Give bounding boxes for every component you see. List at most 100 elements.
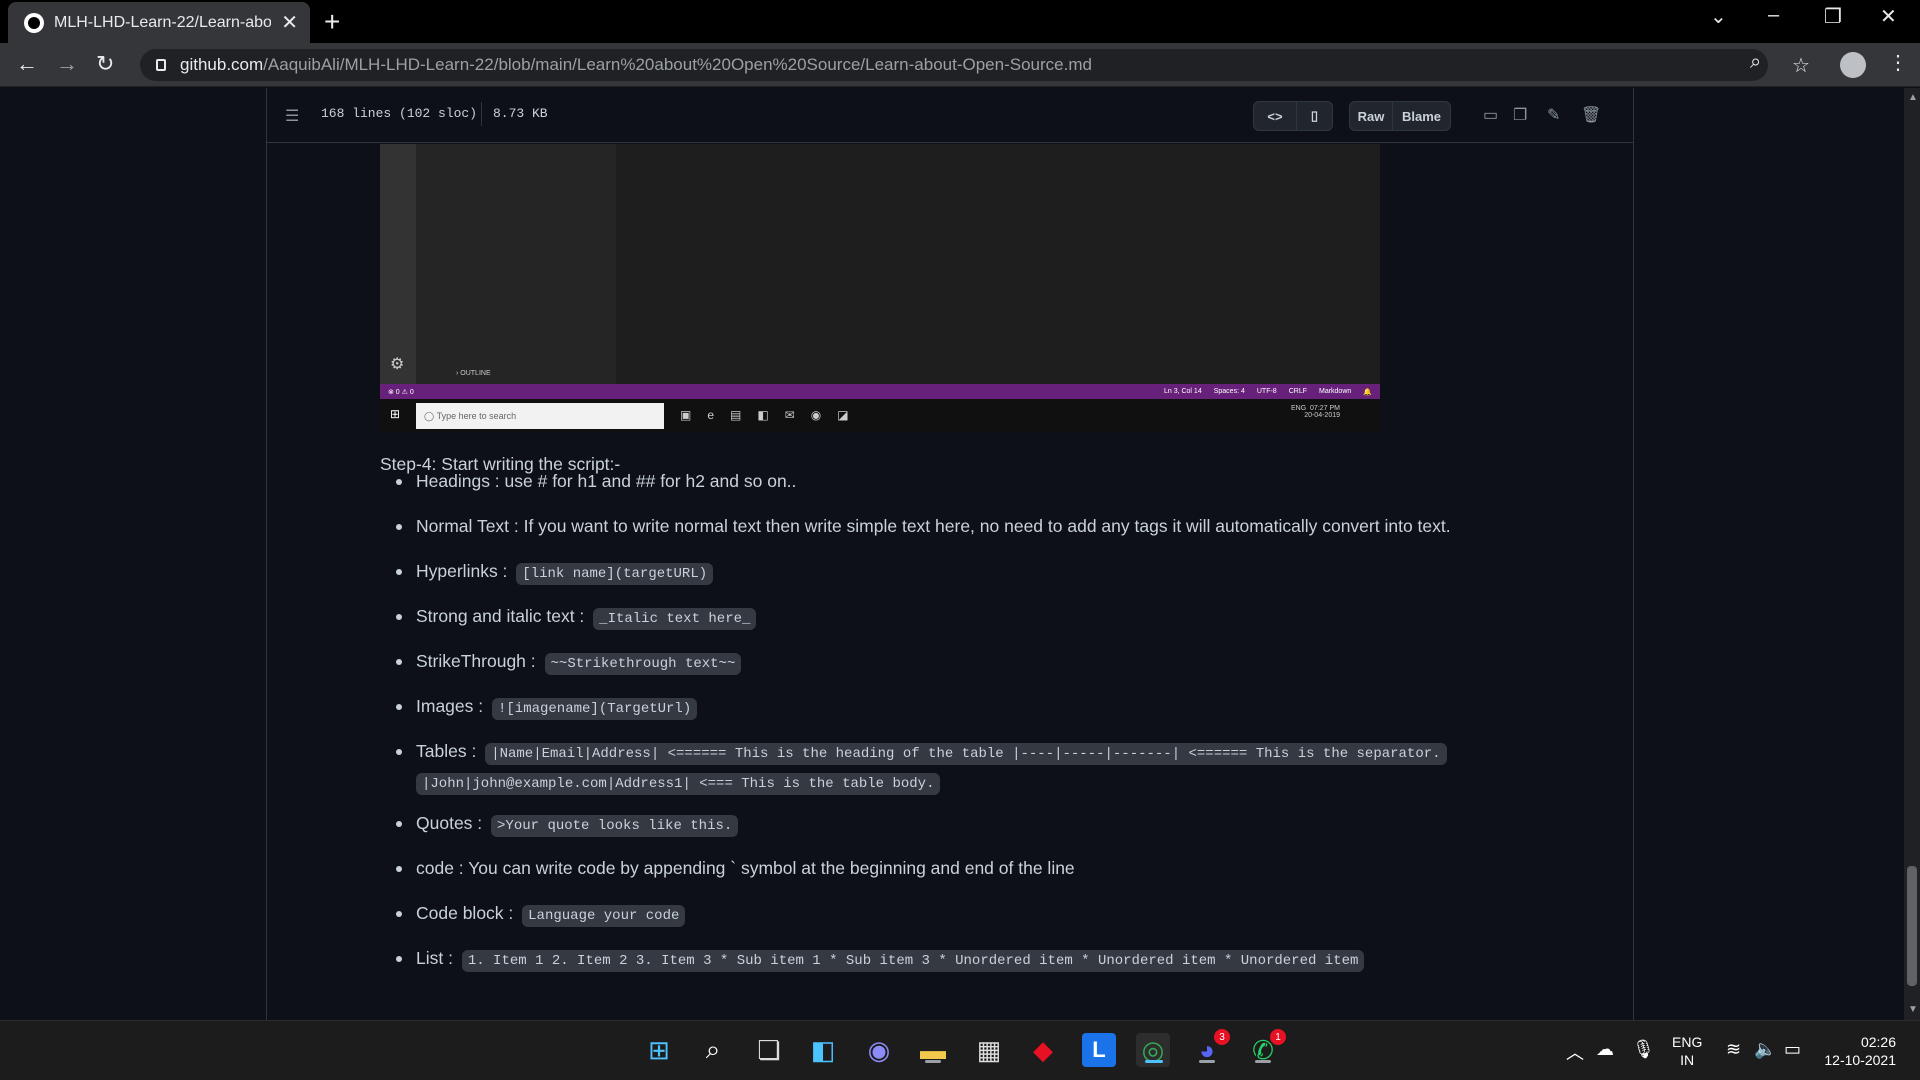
browser-tab[interactable]: MLH-LHD-Learn-22/Learn-about ✕ bbox=[8, 2, 310, 43]
microsoft-store-icon[interactable]: ▦ bbox=[972, 1033, 1006, 1067]
system-clock[interactable]: 02:26 12-10-2021 bbox=[1820, 1033, 1896, 1069]
browser-menu-icon[interactable]: ⋮ bbox=[1888, 50, 1908, 75]
inline-code: [link name](targetURL) bbox=[516, 563, 714, 585]
inline-code: |Name|Email|Address| <====== This is the… bbox=[485, 743, 1447, 765]
new-tab-icon[interactable]: + bbox=[324, 6, 340, 38]
taskbar-app-icons: ▣e▤◧✉◉◪ bbox=[680, 408, 865, 422]
inline-code: 1. Item 1 2. Item 2 3. Item 3 * Sub item… bbox=[461, 950, 1365, 972]
markdown-body: ⚙ › OUTLINE ⊗ 0 ⚠ 0 Ln 3, Col 14 Spaces:… bbox=[267, 144, 1633, 1020]
reload-icon[interactable]: ↻ bbox=[96, 51, 114, 77]
scroll-up-icon[interactable]: ▲ bbox=[1908, 92, 1918, 103]
task-view-icon[interactable]: ❏ bbox=[752, 1033, 786, 1067]
volume-icon[interactable]: 🔈 bbox=[1754, 1039, 1776, 1060]
windows-taskbar: ⊞ ⌕ ❏ ◧ ◉ ▬ ▦ ◆ L ◎ ◕ 3 ✆ 1 ︿ ☁ 🎙 ENG IN ≋ … bbox=[0, 1020, 1920, 1080]
file-viewer: ☰ 168 lines (102 sloc) 8.73 KB <> ▯ Raw … bbox=[266, 88, 1634, 1020]
tab-search-chevron-icon[interactable]: ⌄ bbox=[1710, 4, 1727, 29]
browser-toolbar: ← → ↻ github.com/AaquibAli/MLH-LHD-Learn… bbox=[0, 43, 1920, 87]
browser-tab-bar: MLH-LHD-Learn-22/Learn-about ✕ + ⌄ – ❐ ✕ bbox=[0, 0, 1920, 43]
url-text: github.com/AaquibAli/MLH-LHD-Learn-22/bl… bbox=[180, 55, 1092, 74]
minimize-icon[interactable]: – bbox=[1768, 4, 1779, 27]
list-item: code : You can write code by appending `… bbox=[380, 855, 1500, 900]
embedded-screenshot-image: ⚙ › OUTLINE ⊗ 0 ⚠ 0 Ln 3, Col 14 Spaces:… bbox=[380, 144, 1380, 432]
lock-icon bbox=[156, 59, 166, 71]
syntax-list: Headings : use # for h1 and ## for h2 an… bbox=[380, 468, 1500, 990]
l-app-icon[interactable]: L bbox=[1082, 1033, 1116, 1067]
window-close-icon[interactable]: ✕ bbox=[1880, 4, 1897, 29]
code-view-icon[interactable]: <> bbox=[1254, 102, 1296, 130]
inline-code: Language your code bbox=[522, 905, 686, 927]
onedrive-cloud-icon[interactable]: ☁ bbox=[1596, 1039, 1614, 1060]
bell-icon: 🔔 bbox=[1363, 388, 1372, 396]
status-cursor: Ln 3, Col 14 bbox=[1163, 387, 1202, 395]
discord-badge: 3 bbox=[1214, 1029, 1230, 1045]
search-icon[interactable]: ⌕ bbox=[696, 1033, 730, 1067]
inline-code: |John|john@example.com|Address1| <=== Th… bbox=[416, 773, 941, 795]
windows-taskbar-image: ⊞ ◯ Type here to search ▣e▤◧✉◉◪ ENG 07:2… bbox=[380, 399, 1380, 432]
back-arrow-icon[interactable]: ← bbox=[16, 51, 38, 77]
inline-code: ![imagename](TargetUrl) bbox=[492, 698, 698, 720]
tab-close-icon[interactable]: ✕ bbox=[281, 10, 298, 35]
rendered-file-icon[interactable]: ▯ bbox=[1296, 102, 1332, 130]
bookmark-star-icon[interactable]: ☆ bbox=[1792, 53, 1810, 78]
widgets-icon[interactable]: ◧ bbox=[806, 1033, 840, 1067]
list-item: Strong and italic text : _Italic text he… bbox=[380, 603, 1500, 648]
vscode-activity-bar: ⚙ bbox=[380, 144, 416, 384]
system-tray-image: ENG 07:27 PM 20-04-2019 bbox=[1290, 405, 1340, 419]
raw-button[interactable]: Raw bbox=[1350, 102, 1392, 130]
mcafee-icon[interactable]: ◆ bbox=[1026, 1033, 1060, 1067]
zoom-icon[interactable]: ⌕ bbox=[1750, 51, 1761, 74]
address-bar[interactable]: github.com/AaquibAli/MLH-LHD-Learn-22/bl… bbox=[140, 49, 1768, 81]
list-item: Code block : Language your code bbox=[380, 900, 1500, 945]
chrome-icon[interactable]: ◎ bbox=[1136, 1033, 1170, 1067]
restore-icon[interactable]: ❐ bbox=[1824, 4, 1842, 29]
outline-label: › OUTLINE bbox=[456, 370, 491, 377]
list-item: Normal Text : If you want to write norma… bbox=[380, 513, 1500, 558]
list-item: Headings : use # for h1 and ## for h2 an… bbox=[380, 468, 1500, 513]
vscode-sidebar: › OUTLINE bbox=[416, 144, 616, 384]
delete-trash-icon[interactable]: 🗑 bbox=[1581, 105, 1601, 125]
tray-overflow-chevron-icon[interactable]: ︿ bbox=[1566, 1039, 1584, 1065]
status-encoding: UTF-8 bbox=[1256, 387, 1277, 395]
status-spaces: Spaces: 4 bbox=[1213, 387, 1245, 395]
page-scrollbar[interactable]: ▲ ▼ bbox=[1904, 88, 1920, 1020]
list-item: Quotes : >Your quote looks like this. bbox=[380, 810, 1500, 855]
whatsapp-icon[interactable]: ✆ 1 bbox=[1246, 1029, 1286, 1067]
list-item: StrikeThrough : ~~Strikethrough text~~ bbox=[380, 648, 1500, 693]
status-eol: CRLF bbox=[1288, 387, 1307, 395]
problems-count: ⊗ 0 ⚠ 0 bbox=[388, 388, 414, 396]
gear-icon: ⚙ bbox=[390, 356, 405, 373]
vscode-status-bar: ⊗ 0 ⚠ 0 Ln 3, Col 14 Spaces: 4 UTF-8 CRL… bbox=[380, 384, 1380, 399]
blame-button[interactable]: Blame bbox=[1392, 102, 1450, 130]
input-language[interactable]: ENG IN bbox=[1672, 1033, 1702, 1069]
list-item: Tables : |Name|Email|Address| <====== Th… bbox=[380, 738, 1500, 810]
github-icon bbox=[24, 12, 44, 33]
list-item: List : 1. Item 1 2. Item 2 3. Item 3 * S… bbox=[380, 945, 1500, 990]
scroll-down-icon[interactable]: ▼ bbox=[1908, 1004, 1918, 1015]
windows-logo-icon: ⊞ bbox=[390, 407, 401, 421]
list-item: Images : ![imagename](TargetUrl) bbox=[380, 693, 1500, 738]
file-line-count: 168 lines (102 sloc) bbox=[321, 106, 478, 121]
teams-chat-icon[interactable]: ◉ bbox=[862, 1033, 896, 1067]
file-header: ☰ 168 lines (102 sloc) 8.73 KB <> ▯ Raw … bbox=[267, 88, 1633, 143]
status-language: Markdown bbox=[1318, 387, 1352, 395]
outline-list-icon[interactable]: ☰ bbox=[285, 106, 299, 126]
edit-pencil-icon[interactable]: ✎ bbox=[1547, 105, 1560, 125]
start-windows-icon[interactable]: ⊞ bbox=[642, 1033, 676, 1067]
scrollbar-thumb[interactable] bbox=[1907, 866, 1917, 986]
copy-icon[interactable]: ❐ bbox=[1513, 105, 1527, 125]
inline-code: ~~Strikethrough text~~ bbox=[544, 653, 742, 675]
desktop-icon[interactable]: ▭ bbox=[1483, 105, 1498, 125]
discord-icon[interactable]: ◕ 3 bbox=[1190, 1029, 1230, 1067]
file-explorer-icon[interactable]: ▬ bbox=[916, 1033, 950, 1067]
microphone-icon[interactable]: 🎙 bbox=[1632, 1039, 1655, 1060]
github-page: ☰ 168 lines (102 sloc) 8.73 KB <> ▯ Raw … bbox=[0, 88, 1904, 1020]
forward-arrow-icon[interactable]: → bbox=[56, 51, 78, 77]
wifi-icon[interactable]: ≋ bbox=[1726, 1039, 1741, 1060]
list-item: Hyperlinks : [link name](targetURL) bbox=[380, 558, 1500, 603]
inline-code: _Italic text here_ bbox=[593, 608, 757, 630]
profile-avatar[interactable] bbox=[1840, 52, 1866, 78]
battery-icon[interactable]: ▭ bbox=[1784, 1039, 1801, 1060]
tab-title: MLH-LHD-Learn-22/Learn-about bbox=[54, 13, 272, 31]
taskbar-search-box: ◯ Type here to search bbox=[416, 403, 664, 429]
raw-blame-group: Raw Blame bbox=[1349, 101, 1451, 131]
